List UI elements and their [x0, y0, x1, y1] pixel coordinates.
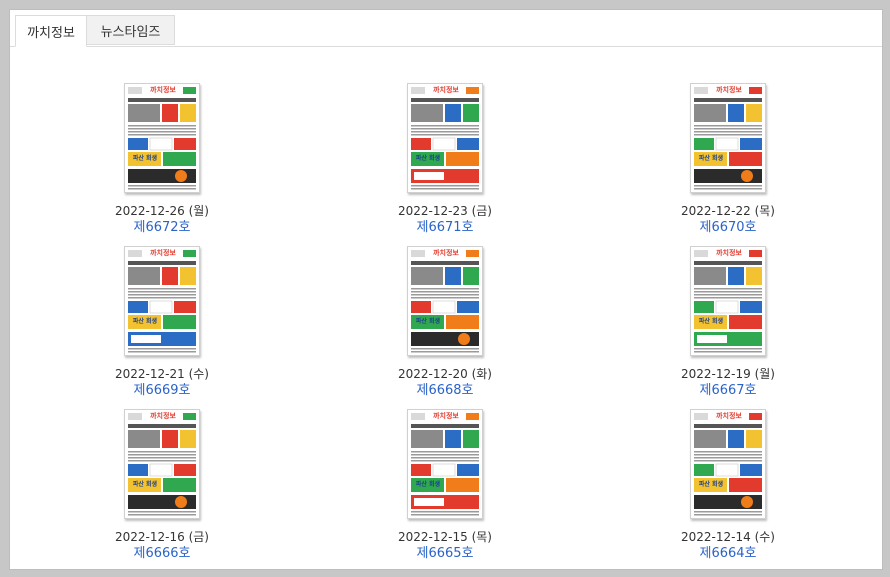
- issue-cover-thumbnail[interactable]: 까치정보파산 회생: [124, 83, 200, 193]
- cover-headline: 파산 회생: [698, 318, 724, 325]
- issue-date: 2022-12-15 (목): [398, 530, 492, 544]
- cover-logo: 까치정보: [716, 249, 742, 257]
- issue-item: 까치정보파산 회생 2022-12-16 (금) 제6666호: [92, 409, 232, 562]
- cover-logo: 까치정보: [433, 86, 459, 94]
- cover-logo: 까치정보: [150, 249, 176, 257]
- issue-cover-thumbnail[interactable]: 까치정보파산 회생: [690, 246, 766, 356]
- issue-date: 2022-12-26 (월): [115, 204, 209, 218]
- cover-logo: 까치정보: [716, 412, 742, 420]
- issue-date: 2022-12-22 (목): [681, 204, 775, 218]
- cover-logo: 까치정보: [433, 249, 459, 257]
- issue-number-link[interactable]: 제6668호: [375, 382, 515, 399]
- cover-headline: 파산 회생: [698, 481, 724, 488]
- cover-headline: 파산 회생: [698, 155, 724, 162]
- issue-date: 2022-12-14 (수): [681, 530, 775, 544]
- cover-logo: 까치정보: [150, 412, 176, 420]
- issue-number-link[interactable]: 제6667호: [658, 382, 798, 399]
- issue-number-link[interactable]: 제6666호: [92, 545, 232, 562]
- issue-cover-thumbnail[interactable]: 까치정보파산 회생: [407, 246, 483, 356]
- issue-cover-thumbnail[interactable]: 까치정보파산 회생: [407, 83, 483, 193]
- issue-number-link[interactable]: 제6671호: [375, 219, 515, 236]
- issue-number-link[interactable]: 제6670호: [658, 219, 798, 236]
- issue-number-link[interactable]: 제6665호: [375, 545, 515, 562]
- issue-number-link[interactable]: 제6669호: [92, 382, 232, 399]
- issue-item: 까치정보파산 회생 2022-12-19 (월) 제6667호: [658, 246, 798, 399]
- issue-date: 2022-12-21 (수): [115, 367, 209, 381]
- issue-cover-thumbnail[interactable]: 까치정보파산 회생: [690, 409, 766, 519]
- tab-kkachi-info[interactable]: 까치정보: [15, 15, 87, 47]
- issue-item: 까치정보파산 회생 2022-12-22 (목) 제6670호: [658, 83, 798, 236]
- issue-cover-thumbnail[interactable]: 까치정보파산 회생: [124, 246, 200, 356]
- cover-headline: 파산 회생: [132, 481, 158, 488]
- issue-cover-thumbnail[interactable]: 까치정보파산 회생: [124, 409, 200, 519]
- issue-item: 까치정보파산 회생 2022-12-15 (목) 제6665호: [375, 409, 515, 562]
- issue-item: 까치정보파산 회생 2022-12-20 (화) 제6668호: [375, 246, 515, 399]
- issue-date: 2022-12-19 (월): [681, 367, 775, 381]
- issue-item: 까치정보파산 회생 2022-12-23 (금) 제6671호: [375, 83, 515, 236]
- issue-item: 까치정보파산 회생 2022-12-14 (수) 제6664호: [658, 409, 798, 562]
- cover-headline: 파산 회생: [132, 318, 158, 325]
- issue-item: 까치정보파산 회생 2022-12-26 (월) 제6672호: [92, 83, 232, 236]
- tab-bar: 까치정보 뉴스타임즈: [10, 10, 882, 47]
- issue-date: 2022-12-16 (금): [115, 530, 209, 544]
- newspaper-archive-panel: 까치정보 뉴스타임즈 까치정보 파산 회생 2022-12-26 (월) 제6672호…: [9, 9, 883, 570]
- cover-headline: 파산 회생: [415, 318, 441, 325]
- cover-logo: 까치정보: [433, 412, 459, 420]
- issue-date: 2022-12-20 (화): [398, 367, 492, 381]
- cover-logo: 까치정보: [150, 86, 176, 94]
- issue-number-link[interactable]: 제6664호: [658, 545, 798, 562]
- issue-date: 2022-12-23 (금): [398, 204, 492, 218]
- issue-number-link[interactable]: 제6672호: [92, 219, 232, 236]
- cover-headline: 파산 회생: [415, 481, 441, 488]
- issue-cover-thumbnail[interactable]: 까치정보파산 회생: [690, 83, 766, 193]
- tab-news-times[interactable]: 뉴스타임즈: [87, 15, 175, 45]
- cover-logo: 까치정보: [716, 86, 742, 94]
- issue-cover-thumbnail[interactable]: 까치정보파산 회생: [407, 409, 483, 519]
- cover-headline: 파산 회생: [132, 155, 158, 162]
- issue-item: 까치정보파산 회생 2022-12-21 (수) 제6669호: [92, 246, 232, 399]
- cover-headline: 파산 회생: [415, 155, 441, 162]
